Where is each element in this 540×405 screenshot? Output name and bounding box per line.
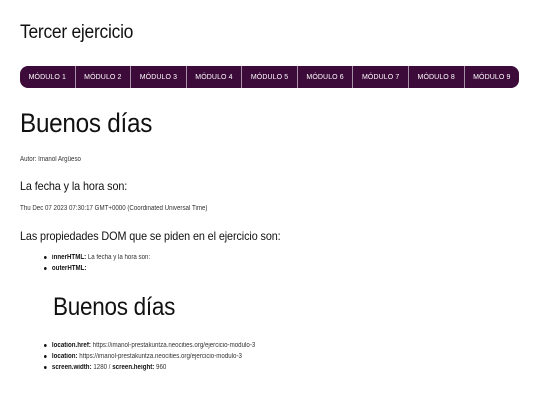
location-value: https://imanol-prestakuntza.neocities.or… xyxy=(79,353,242,360)
dom-properties-list: innerHTML: La fecha y la hora son: outer… xyxy=(44,252,165,274)
location-href-value: https://imanol-prestakuntza.neocities.or… xyxy=(92,342,256,349)
list-item-innerhtml: innerHTML: La fecha y la hora son: xyxy=(44,252,150,263)
screen-width-label: screen.width: xyxy=(51,364,92,371)
outerhtml-label: outerHTML: xyxy=(51,265,87,272)
list-item-screen-size: screen.width: 1280 / screen.height: 960 xyxy=(44,362,255,373)
innerhtml-label: innerHTML: xyxy=(51,254,87,261)
innerhtml-value: La fecha y la hora son: xyxy=(87,254,151,261)
module-navbar: MÓDULO 1 MÓDULO 2 MÓDULO 3 MÓDULO 4 MÓDU… xyxy=(20,66,519,88)
dom-properties-heading: Las propiedades DOM que se piden en el e… xyxy=(20,229,281,243)
greeting-heading: Buenos días xyxy=(20,108,153,138)
nav-item-modulo-1[interactable]: MÓDULO 1 xyxy=(20,66,76,88)
date-value: Thu Dec 07 2023 07:30:17 GMT+0000 (Coord… xyxy=(20,205,208,212)
location-label: location: xyxy=(51,353,78,360)
nav-item-modulo-6[interactable]: MÓDULO 6 xyxy=(298,66,354,88)
nav-item-modulo-5[interactable]: MÓDULO 5 xyxy=(242,66,298,88)
nav-item-modulo-7[interactable]: MÓDULO 7 xyxy=(353,66,409,88)
list-item-outerhtml: outerHTML: xyxy=(44,263,150,274)
screen-width-value: 1280 xyxy=(93,364,108,371)
date-heading: La fecha y la hora son: xyxy=(20,179,128,193)
nav-item-modulo-2[interactable]: MÓDULO 2 xyxy=(76,66,132,88)
nav-item-modulo-8[interactable]: MÓDULO 8 xyxy=(409,66,465,88)
nav-item-modulo-4[interactable]: MÓDULO 4 xyxy=(187,66,243,88)
outerhtml-greeting-heading: Buenos días xyxy=(53,293,176,321)
screen-height-value: 960 xyxy=(156,364,167,371)
location-href-label: location.href: xyxy=(51,342,91,349)
nav-item-modulo-9[interactable]: MÓDULO 9 xyxy=(465,66,520,88)
list-item-location: location: https://imanol-prestakuntza.ne… xyxy=(44,351,255,362)
list-item-location-href: location.href: https://imanol-prestakunt… xyxy=(44,340,255,351)
screen-separator: / xyxy=(108,364,111,371)
page-title: Tercer ejercicio xyxy=(20,22,134,43)
author-text: Autor: Imanol Argüeso xyxy=(20,156,81,163)
screen-height-label: screen.height: xyxy=(112,364,155,371)
location-properties-list: location.href: https://imanol-prestakunt… xyxy=(44,340,284,373)
nav-item-modulo-3[interactable]: MÓDULO 3 xyxy=(131,66,187,88)
